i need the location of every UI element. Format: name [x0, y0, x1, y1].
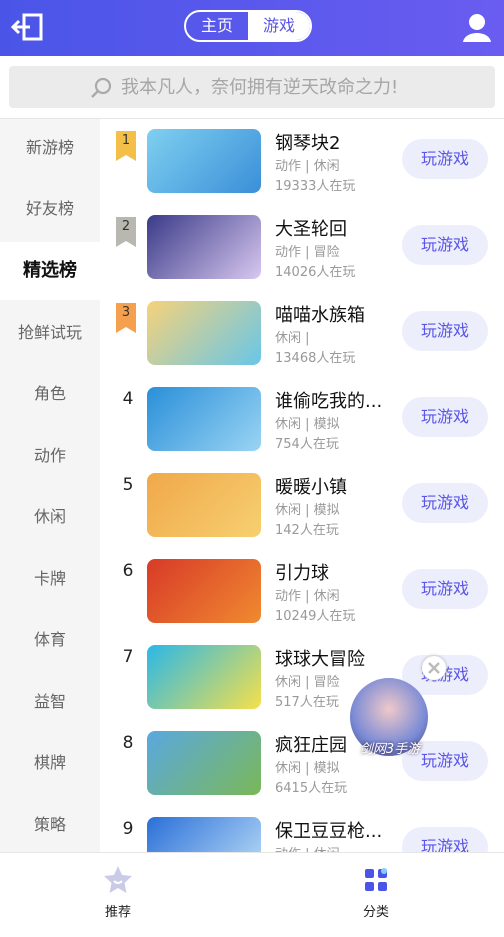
sidebar-item-new[interactable]: 新游榜 [0, 119, 100, 177]
play-button[interactable]: 玩游戏 [402, 569, 488, 609]
game-thumbnail[interactable] [147, 731, 261, 795]
game-tags: 动作 | 休闲 [275, 159, 340, 174]
list-item[interactable]: 9 保卫豆豆枪... 动作 | 休闲 玩游戏 [100, 807, 504, 852]
game-title: 引力球 [275, 563, 329, 584]
list-item[interactable]: 5 暖暖小镇 休闲 | 模拟 142人在玩 玩游戏 [100, 463, 504, 549]
sidebar-item-cards[interactable]: 卡牌 [0, 550, 100, 608]
play-button[interactable]: 玩游戏 [402, 225, 488, 265]
sidebar-item-trial[interactable]: 抢鲜试玩 [0, 304, 100, 362]
exit-arrow-icon[interactable] [10, 12, 44, 42]
list-item[interactable]: 2 大圣轮回 动作 | 冒险 14026人在玩 玩游戏 [100, 205, 504, 291]
player-count: 13468人在玩 [275, 351, 356, 366]
game-thumbnail[interactable] [147, 129, 261, 193]
play-button[interactable]: 玩游戏 [402, 311, 488, 351]
game-thumbnail[interactable] [147, 559, 261, 623]
play-button[interactable]: 玩游戏 [402, 827, 488, 852]
sidebar-item-featured[interactable]: 精选榜 [0, 242, 100, 300]
game-title: 谁偷吃我的... [275, 391, 383, 412]
close-icon[interactable] [422, 656, 446, 680]
list-item[interactable]: 6 引力球 动作 | 休闲 10249人在玩 玩游戏 [100, 549, 504, 635]
tab-recommend[interactable]: 推荐 [78, 863, 158, 920]
player-count: 517人在玩 [275, 695, 339, 710]
player-count: 10249人在玩 [275, 609, 356, 624]
game-tags: 休闲 | 模拟 [275, 761, 340, 776]
floating-ad-label[interactable]: 剑网3手游 [355, 738, 425, 757]
rank-badge: 1 [116, 131, 136, 161]
grid-icon [365, 868, 387, 891]
segment-switch: 主页 游戏 [184, 10, 312, 42]
top-bar: 主页 游戏 [0, 0, 504, 56]
game-tags: 动作 | 休闲 [275, 843, 340, 852]
rank-number: 8 [122, 733, 134, 753]
game-title: 喵喵水族箱 [275, 305, 365, 326]
tab-games[interactable]: 游戏 [248, 12, 310, 40]
game-title: 球球大冒险 [275, 649, 365, 670]
game-title: 保卫豆豆枪... [275, 821, 383, 842]
sidebar-item-friends[interactable]: 好友榜 [0, 180, 100, 238]
game-list: 1 钢琴块2 动作 | 休闲 19333人在玩 玩游戏 2 大圣轮回 动作 | … [100, 119, 504, 852]
rank-number: 5 [122, 475, 134, 495]
play-button[interactable]: 玩游戏 [402, 397, 488, 437]
player-count: 14026人在玩 [275, 265, 356, 280]
rank-number: 4 [122, 389, 134, 409]
list-item[interactable]: 8 疯狂庄园 休闲 | 模拟 6415人在玩 玩游戏 [100, 721, 504, 807]
search-icon [91, 77, 112, 98]
game-tags: 休闲 | [275, 331, 310, 346]
game-tags: 休闲 | 模拟 [275, 417, 340, 432]
game-tags: 动作 | 休闲 [275, 589, 340, 604]
sidebar-item-puzzle[interactable]: 益智 [0, 673, 100, 731]
game-thumbnail[interactable] [147, 645, 261, 709]
player-count: 6415人在玩 [275, 781, 348, 796]
player-count: 19333人在玩 [275, 179, 356, 194]
search-bar [0, 56, 504, 119]
sidebar-item-rpg[interactable]: 角色 [0, 365, 100, 423]
list-item[interactable]: 1 钢琴块2 动作 | 休闲 19333人在玩 玩游戏 [100, 119, 504, 205]
tab-label: 推荐 [104, 905, 131, 920]
search-input[interactable] [121, 66, 481, 108]
rank-number: 9 [122, 819, 134, 839]
player-count: 142人在玩 [275, 523, 339, 538]
sidebar-item-casual[interactable]: 休闲 [0, 488, 100, 546]
search-box[interactable] [9, 66, 495, 108]
play-button[interactable]: 玩游戏 [402, 483, 488, 523]
list-item[interactable]: 4 谁偷吃我的... 休闲 | 模拟 754人在玩 玩游戏 [100, 377, 504, 463]
sidebar-item-action[interactable]: 动作 [0, 427, 100, 485]
tab-label: 分类 [362, 905, 389, 920]
player-count: 754人在玩 [275, 437, 339, 452]
game-tags: 休闲 | 模拟 [275, 503, 340, 518]
bottom-nav: 推荐 分类 [0, 852, 504, 937]
play-button[interactable]: 玩游戏 [402, 139, 488, 179]
game-thumbnail[interactable] [147, 473, 261, 537]
game-title: 钢琴块2 [275, 133, 341, 154]
game-tags: 动作 | 冒险 [275, 245, 340, 260]
tab-category[interactable]: 分类 [336, 863, 416, 920]
game-thumbnail[interactable] [147, 215, 261, 279]
tab-home[interactable]: 主页 [186, 12, 248, 40]
game-thumbnail[interactable] [147, 817, 261, 852]
sidebar-item-sports[interactable]: 体育 [0, 611, 100, 669]
user-avatar-icon[interactable] [460, 10, 494, 44]
star-icon [104, 866, 132, 893]
rank-number: 7 [122, 647, 134, 667]
rank-badge: 2 [116, 217, 136, 247]
sidebar-item-board[interactable]: 棋牌 [0, 734, 100, 792]
rank-badge: 3 [116, 303, 136, 333]
rank-number: 6 [122, 561, 134, 581]
game-thumbnail[interactable] [147, 301, 261, 365]
list-item[interactable]: 3 喵喵水族箱 休闲 | 13468人在玩 玩游戏 [100, 291, 504, 377]
game-title: 大圣轮回 [275, 219, 347, 240]
game-tags: 休闲 | 冒险 [275, 675, 340, 690]
sidebar-item-strategy[interactable]: 策略 [0, 796, 100, 854]
game-thumbnail[interactable] [147, 387, 261, 451]
category-sidebar: 新游榜 好友榜 精选榜 抢鲜试玩 角色 动作 休闲 卡牌 体育 益智 棋牌 策略 [0, 119, 100, 852]
game-title: 暖暖小镇 [275, 477, 347, 498]
